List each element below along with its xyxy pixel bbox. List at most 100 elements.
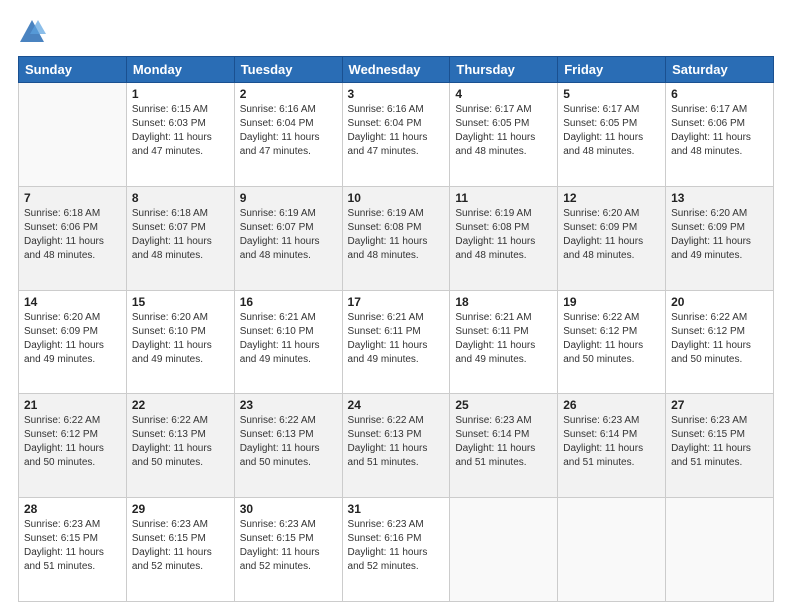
day-number: 10	[348, 191, 445, 205]
calendar-cell: 15Sunrise: 6:20 AM Sunset: 6:10 PM Dayli…	[126, 290, 234, 394]
day-info: Sunrise: 6:22 AM Sunset: 6:13 PM Dayligh…	[240, 414, 337, 470]
day-number: 4	[455, 87, 552, 101]
day-info: Sunrise: 6:23 AM Sunset: 6:15 PM Dayligh…	[240, 518, 337, 574]
calendar-cell	[450, 498, 558, 602]
day-info: Sunrise: 6:21 AM Sunset: 6:10 PM Dayligh…	[240, 311, 337, 367]
calendar-table: SundayMondayTuesdayWednesdayThursdayFrid…	[18, 56, 774, 602]
day-info: Sunrise: 6:18 AM Sunset: 6:07 PM Dayligh…	[132, 207, 229, 263]
day-number: 9	[240, 191, 337, 205]
calendar-cell: 13 Sunrise: 6:20 AM Sunset: 6:09 PM Dayli…	[666, 186, 774, 290]
week-row-2: 7 Sunrise: 6:18 AM Sunset: 6:06 PM Daylig…	[19, 186, 774, 290]
day-header-monday: Monday	[126, 57, 234, 83]
day-header-saturday: Saturday	[666, 57, 774, 83]
day-number: 2	[240, 87, 337, 101]
day-info: Sunrise: 6:22 AM Sunset: 6:12 PM Dayligh…	[671, 311, 768, 367]
day-info: Sunrise: 6:23 AM Sunset: 6:14 PM Dayligh…	[563, 414, 660, 470]
week-row-3: 14Sunrise: 6:20 AM Sunset: 6:09 PM Dayli…	[19, 290, 774, 394]
calendar-cell: 5 Sunrise: 6:17 AM Sunset: 6:05 PM Daylig…	[558, 83, 666, 187]
day-info: Sunrise: 6:22 AM Sunset: 6:12 PM Dayligh…	[563, 311, 660, 367]
calendar-cell: 10 Sunrise: 6:19 AM Sunset: 6:08 PM Dayli…	[342, 186, 450, 290]
day-info: Sunrise: 6:20 AM Sunset: 6:09 PM Dayligh…	[671, 207, 768, 263]
day-info: Sunrise: 6:17 AM Sunset: 6:05 PM Dayligh…	[455, 103, 552, 159]
calendar-cell: 19 Sunrise: 6:22 AM Sunset: 6:12 PM Dayli…	[558, 290, 666, 394]
day-number: 22	[132, 398, 229, 412]
calendar-cell: 21 Sunrise: 6:22 AM Sunset: 6:12 PM Dayli…	[19, 394, 127, 498]
day-info: Sunrise: 6:19 AM Sunset: 6:08 PM Dayligh…	[348, 207, 445, 263]
week-row-1: 1 Sunrise: 6:15 AM Sunset: 6:03 PM Daylig…	[19, 83, 774, 187]
day-info: Sunrise: 6:23 AM Sunset: 6:16 PM Dayligh…	[348, 518, 445, 574]
calendar-cell: 20 Sunrise: 6:22 AM Sunset: 6:12 PM Dayli…	[666, 290, 774, 394]
day-info: Sunrise: 6:23 AM Sunset: 6:15 PM Dayligh…	[671, 414, 768, 470]
day-info: Sunrise: 6:19 AM Sunset: 6:07 PM Dayligh…	[240, 207, 337, 263]
day-number: 19	[563, 295, 660, 309]
day-info: Sunrise: 6:20 AM Sunset: 6:09 PM Dayligh…	[24, 311, 121, 367]
calendar-cell: 2Sunrise: 6:16 AM Sunset: 6:04 PM Daylig…	[234, 83, 342, 187]
calendar-cell: 14Sunrise: 6:20 AM Sunset: 6:09 PM Dayli…	[19, 290, 127, 394]
header	[18, 18, 774, 46]
day-info: Sunrise: 6:19 AM Sunset: 6:08 PM Dayligh…	[455, 207, 552, 263]
day-number: 5	[563, 87, 660, 101]
calendar-cell: 16 Sunrise: 6:21 AM Sunset: 6:10 PM Dayli…	[234, 290, 342, 394]
calendar-cell: 3Sunrise: 6:16 AM Sunset: 6:04 PM Daylig…	[342, 83, 450, 187]
logo	[18, 18, 50, 46]
day-header-thursday: Thursday	[450, 57, 558, 83]
day-number: 13	[671, 191, 768, 205]
day-number: 20	[671, 295, 768, 309]
day-info: Sunrise: 6:21 AM Sunset: 6:11 PM Dayligh…	[455, 311, 552, 367]
week-row-4: 21 Sunrise: 6:22 AM Sunset: 6:12 PM Dayli…	[19, 394, 774, 498]
day-number: 16	[240, 295, 337, 309]
calendar-cell: 7 Sunrise: 6:18 AM Sunset: 6:06 PM Daylig…	[19, 186, 127, 290]
day-info: Sunrise: 6:18 AM Sunset: 6:06 PM Dayligh…	[24, 207, 121, 263]
day-number: 26	[563, 398, 660, 412]
calendar-cell: 30 Sunrise: 6:23 AM Sunset: 6:15 PM Dayli…	[234, 498, 342, 602]
day-number: 17	[348, 295, 445, 309]
calendar-cell: 12 Sunrise: 6:20 AM Sunset: 6:09 PM Dayli…	[558, 186, 666, 290]
day-info: Sunrise: 6:20 AM Sunset: 6:09 PM Dayligh…	[563, 207, 660, 263]
calendar-cell: 27 Sunrise: 6:23 AM Sunset: 6:15 PM Dayli…	[666, 394, 774, 498]
day-number: 30	[240, 502, 337, 516]
calendar-cell: 29 Sunrise: 6:23 AM Sunset: 6:15 PM Dayli…	[126, 498, 234, 602]
day-info: Sunrise: 6:23 AM Sunset: 6:15 PM Dayligh…	[24, 518, 121, 574]
day-number: 27	[671, 398, 768, 412]
calendar-cell: 26 Sunrise: 6:23 AM Sunset: 6:14 PM Dayli…	[558, 394, 666, 498]
header-row: SundayMondayTuesdayWednesdayThursdayFrid…	[19, 57, 774, 83]
calendar-cell: 28 Sunrise: 6:23 AM Sunset: 6:15 PM Dayli…	[19, 498, 127, 602]
day-info: Sunrise: 6:17 AM Sunset: 6:06 PM Dayligh…	[671, 103, 768, 159]
calendar-cell: 4 Sunrise: 6:17 AM Sunset: 6:05 PM Daylig…	[450, 83, 558, 187]
day-number: 24	[348, 398, 445, 412]
day-number: 31	[348, 502, 445, 516]
calendar-cell: 8 Sunrise: 6:18 AM Sunset: 6:07 PM Daylig…	[126, 186, 234, 290]
calendar-cell: 17Sunrise: 6:21 AM Sunset: 6:11 PM Dayli…	[342, 290, 450, 394]
day-number: 12	[563, 191, 660, 205]
day-number: 23	[240, 398, 337, 412]
calendar-cell	[666, 498, 774, 602]
calendar-cell: 6 Sunrise: 6:17 AM Sunset: 6:06 PM Daylig…	[666, 83, 774, 187]
calendar-cell: 22 Sunrise: 6:22 AM Sunset: 6:13 PM Dayli…	[126, 394, 234, 498]
day-info: Sunrise: 6:17 AM Sunset: 6:05 PM Dayligh…	[563, 103, 660, 159]
day-number: 21	[24, 398, 121, 412]
day-number: 11	[455, 191, 552, 205]
day-info: Sunrise: 6:22 AM Sunset: 6:13 PM Dayligh…	[132, 414, 229, 470]
calendar-cell: 11 Sunrise: 6:19 AM Sunset: 6:08 PM Dayli…	[450, 186, 558, 290]
day-number: 18	[455, 295, 552, 309]
day-info: Sunrise: 6:23 AM Sunset: 6:14 PM Dayligh…	[455, 414, 552, 470]
day-info: Sunrise: 6:15 AM Sunset: 6:03 PM Dayligh…	[132, 103, 229, 159]
day-info: Sunrise: 6:22 AM Sunset: 6:13 PM Dayligh…	[348, 414, 445, 470]
day-number: 29	[132, 502, 229, 516]
day-number: 28	[24, 502, 121, 516]
day-number: 8	[132, 191, 229, 205]
day-number: 7	[24, 191, 121, 205]
calendar-cell: 9 Sunrise: 6:19 AM Sunset: 6:07 PM Daylig…	[234, 186, 342, 290]
day-number: 15	[132, 295, 229, 309]
day-number: 1	[132, 87, 229, 101]
day-number: 25	[455, 398, 552, 412]
day-header-sunday: Sunday	[19, 57, 127, 83]
day-info: Sunrise: 6:23 AM Sunset: 6:15 PM Dayligh…	[132, 518, 229, 574]
calendar-cell: 1 Sunrise: 6:15 AM Sunset: 6:03 PM Daylig…	[126, 83, 234, 187]
calendar-cell: 24 Sunrise: 6:22 AM Sunset: 6:13 PM Dayli…	[342, 394, 450, 498]
day-info: Sunrise: 6:22 AM Sunset: 6:12 PM Dayligh…	[24, 414, 121, 470]
day-number: 3	[348, 87, 445, 101]
day-header-wednesday: Wednesday	[342, 57, 450, 83]
calendar-cell: 23 Sunrise: 6:22 AM Sunset: 6:13 PM Dayli…	[234, 394, 342, 498]
day-number: 6	[671, 87, 768, 101]
